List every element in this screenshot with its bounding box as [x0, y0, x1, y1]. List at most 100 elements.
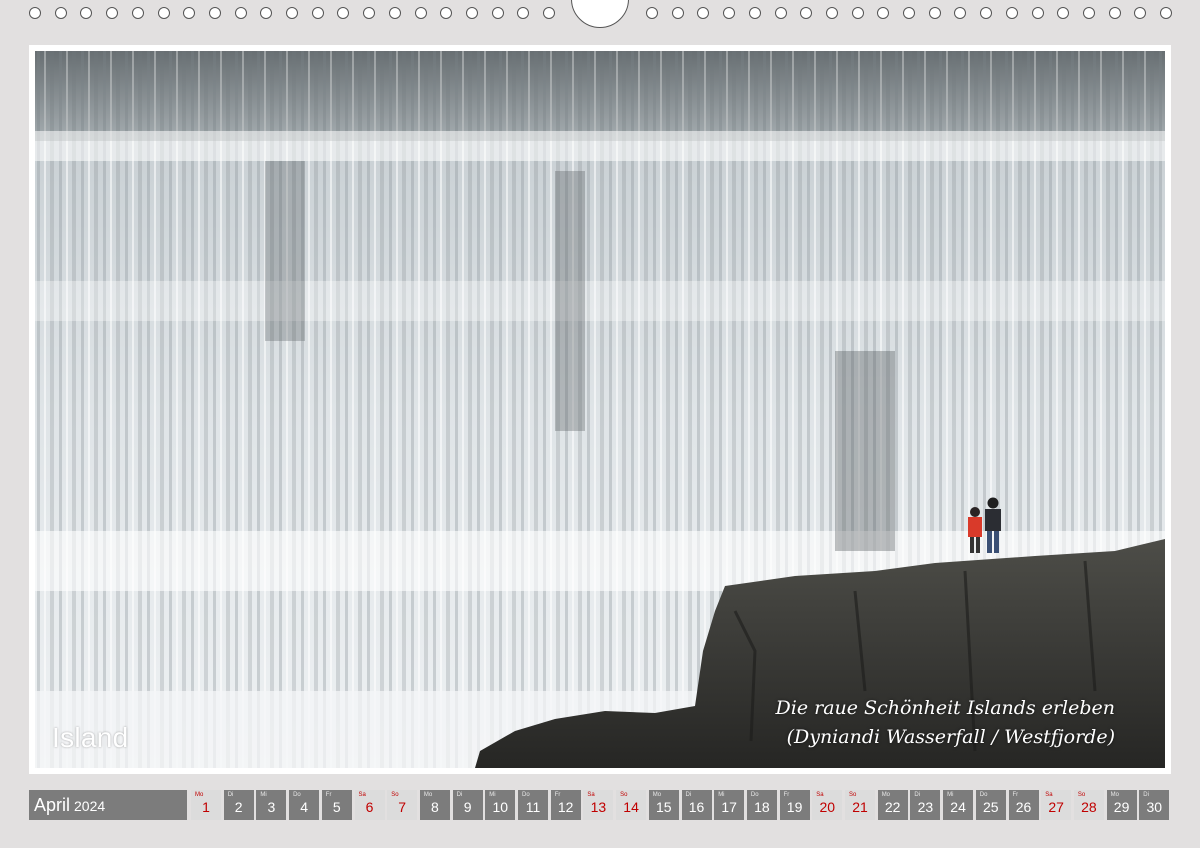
day-number: 22 [884, 799, 901, 815]
day-cell: So 28 [1073, 790, 1104, 820]
day-cell: Di 16 [681, 790, 712, 820]
day-number: 14 [623, 799, 639, 815]
day-cell: Mi 24 [943, 790, 974, 820]
binding-hole [29, 7, 41, 19]
binding-hole [1134, 7, 1146, 19]
weekday-label: Sa [358, 792, 366, 798]
binding-hole [852, 7, 864, 19]
binding-hole [749, 7, 761, 19]
binding-hole [877, 7, 889, 19]
caption-line-2: (Dyniandi Wasserfall / Westfjorde) [786, 726, 1115, 748]
day-number: 2 [234, 799, 243, 815]
day-number: 21 [852, 799, 868, 815]
binding-hole [389, 7, 401, 19]
weekday-label: Sa [1045, 792, 1053, 798]
day-number: 28 [1081, 799, 1097, 815]
day-cell: Mo 22 [877, 790, 908, 820]
binding-hole [672, 7, 684, 19]
binding-hole [492, 7, 504, 19]
calendar-strip: April 2024 Mo 1 Di 2 Mi 3 Do 4 Fr 5 Sa 6 So 7 Mo 8 Di 9 Mi 1… [29, 790, 1171, 820]
binding-hole [337, 7, 349, 19]
weekday-label: So [849, 792, 857, 798]
caption-line-1: Die raue Schönheit Islands erleben [775, 697, 1115, 719]
day-cell: Do 18 [746, 790, 777, 820]
weekday-label: Mo [881, 792, 891, 798]
binding-hole [235, 7, 247, 19]
day-number: 3 [267, 799, 276, 815]
day-number: 15 [656, 799, 672, 815]
weekday-label: Fr [1012, 792, 1019, 798]
weekday-label: Di [1143, 792, 1149, 798]
day-cell: So 7 [387, 790, 418, 820]
day-number: 26 [1015, 799, 1032, 815]
binding-hole [363, 7, 375, 19]
binding-hole [903, 7, 915, 19]
binding-hole [826, 7, 838, 19]
binding-hole [697, 7, 709, 19]
day-number: 17 [721, 799, 737, 815]
weekday-label: Di [227, 792, 234, 798]
binding-hole [1109, 7, 1121, 19]
day-cell: Mo 15 [648, 790, 679, 820]
weekday-label: Fr [554, 792, 561, 798]
binding-hole [980, 7, 992, 19]
hanger-cutout [571, 0, 629, 28]
day-number: 1 [202, 799, 210, 815]
binding-hole [517, 7, 529, 19]
binding-hole [929, 7, 941, 19]
day-cell: Di 2 [223, 790, 254, 820]
day-cell: Mi 10 [485, 790, 516, 820]
weekday-label: Mi [489, 792, 496, 798]
day-cell: Do 25 [975, 790, 1006, 820]
month-year: 2024 [74, 798, 106, 814]
weekday-label: Do [293, 792, 301, 798]
binding-hole [415, 7, 427, 19]
day-number: 24 [950, 799, 966, 815]
day-number: 6 [365, 799, 374, 815]
binding-hole [1006, 7, 1018, 19]
day-cell: Mo 8 [419, 790, 450, 820]
day-cell: Sa 6 [354, 790, 385, 820]
binding-hole [723, 7, 735, 19]
month-label: April 2024 [29, 790, 187, 820]
weekday-label: Mo [652, 792, 662, 798]
weekday-label: Do [979, 792, 988, 798]
waterfall-illustration [35, 51, 1165, 768]
weekday-label: So [1077, 792, 1086, 798]
binding-hole [312, 7, 324, 19]
weekday-label: Mi [260, 792, 267, 798]
day-number: 20 [819, 799, 836, 815]
binding-hole [646, 7, 658, 19]
day-cell: Di 30 [1139, 790, 1170, 820]
weekday-label: Do [750, 792, 759, 798]
weekday-label: So [391, 792, 399, 798]
day-cell: Do 11 [518, 790, 548, 820]
month-name: April [34, 795, 71, 815]
day-number: 12 [557, 799, 574, 815]
binding-hole [466, 7, 478, 19]
day-number: 23 [917, 799, 934, 815]
binding-hole [1083, 7, 1095, 19]
day-number: 29 [1113, 799, 1130, 815]
day-cell: So 21 [845, 790, 875, 820]
day-cell: Fr 26 [1008, 790, 1039, 820]
binding-hole [286, 7, 298, 19]
weekday-label: Sa [587, 792, 595, 798]
day-cell: Di 9 [452, 790, 483, 820]
weekday-label: Mo [423, 792, 433, 798]
day-number: 16 [688, 799, 705, 815]
day-cell: Mo 1 [191, 790, 221, 820]
day-cell: Fr 12 [550, 790, 581, 820]
photo-title: Island [52, 722, 129, 753]
day-cell: Sa 13 [583, 790, 614, 820]
day-cell: So 14 [616, 790, 647, 820]
binding-hole [1160, 7, 1172, 19]
day-number: 18 [754, 799, 770, 815]
day-cell: Fr 5 [321, 790, 352, 820]
binding-hole [132, 7, 144, 19]
binding-hole [209, 7, 221, 19]
day-number: 27 [1048, 799, 1064, 815]
weekday-label: Mo [195, 792, 204, 798]
photo-frame: Island Die raue Schönheit Islands erlebe… [29, 45, 1171, 774]
day-number: 10 [492, 799, 509, 815]
